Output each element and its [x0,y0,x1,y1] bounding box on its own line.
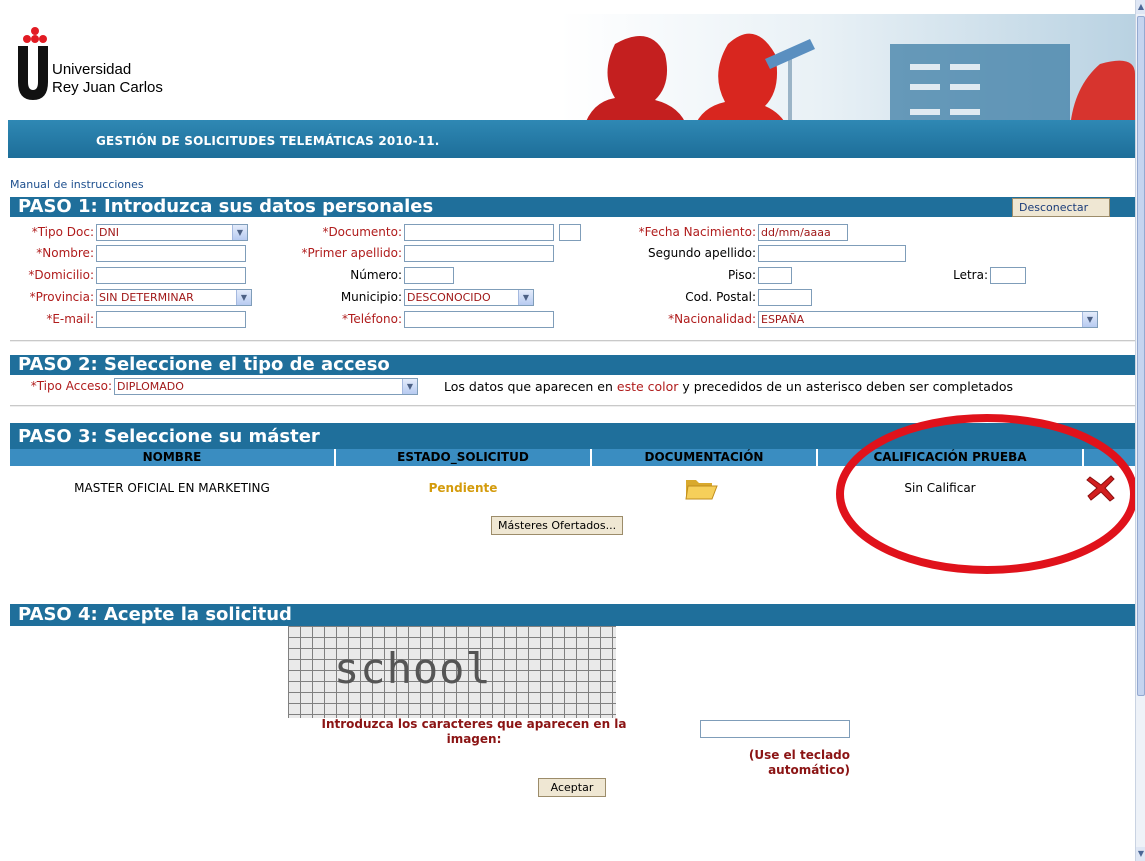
logo-u-icon [18,46,48,100]
status-badge: Pendiente [428,481,498,495]
documento-label: *Documento: [322,225,402,239]
highlight-circle [836,414,1138,574]
municipio-label: Municipio: [340,290,402,304]
piso-label: Piso: [728,268,756,282]
chevron-down-icon: ▼ [402,379,417,394]
provincia-label: *Provincia: [29,290,94,304]
paso4-header: PASO 4: Acepte la solicitud [10,604,1136,626]
note-text-color: este color [616,379,679,394]
tipo-doc-label: *Tipo Doc: [31,225,94,239]
primer-apellido-label: *Primer apellido: [301,246,402,260]
accept-button[interactable]: Aceptar [538,778,606,797]
captcha-image: school [288,626,616,718]
segundo-apellido-label: Segundo apellido: [648,246,756,260]
folder-icon[interactable] [684,475,718,501]
numero-input[interactable] [404,267,454,284]
tipo-acceso-select[interactable]: DIPLOMADO ▼ [114,378,418,395]
masters-offered-button[interactable]: Másteres Ofertados... [491,516,624,535]
telefono-input[interactable] [404,311,554,328]
keyboard-hint: (Use el teclado automático) [748,748,850,777]
nombre-label: *Nombre: [36,246,94,260]
chevron-down-icon: ▼ [232,225,247,240]
disconnect-button[interactable]: Desconectar [1012,198,1110,217]
tipo-doc-select[interactable]: DNI ▼ [96,224,248,241]
university-name-line1: Universidad [52,61,132,78]
domicilio-label: *Domicilio: [28,268,94,282]
divider [10,405,1136,407]
municipio-value: DESCONOCIDO [407,291,491,304]
note-text-post: y precedidos de un asterisco deben ser c… [678,379,1014,394]
fecha-input[interactable]: dd/mm/aaaa [758,224,848,241]
manual-link[interactable]: Manual de instrucciones [10,178,144,191]
master-name: MASTER OFICIAL EN MARKETING [74,481,270,495]
domicilio-input[interactable] [96,267,246,284]
scrollbar[interactable]: ▲ ▼ [1135,0,1145,861]
scroll-down-icon[interactable]: ▼ [1136,847,1145,861]
telefono-label: *Teléfono: [342,312,402,326]
segundo-apellido-input[interactable] [758,245,906,262]
chevron-down-icon: ▼ [236,290,251,305]
captcha-prompt: Introduzca los caracteres que aparecen e… [321,717,627,746]
piso-input[interactable] [758,267,792,284]
paso1-header: PASO 1: Introduzca sus datos personales [10,197,1136,217]
nacionalidad-value: ESPAÑA [761,313,805,326]
tipo-acceso-value: DIPLOMADO [117,380,184,393]
header-title: GESTIÓN DE SOLICITUDES TELEMÁTICAS 2010-… [96,134,440,148]
email-input[interactable] [96,311,246,328]
logo-dots-icon [23,27,47,43]
scroll-thumb[interactable] [1137,16,1145,696]
university-name-line2: Rey Juan Carlos [52,79,163,96]
cod-postal-label: Cod. Postal: [685,290,756,304]
column-header-estado: ESTADO_SOLICITUD [336,449,590,466]
note-text-pre: Los datos que aparecen en [444,379,617,394]
documento-input[interactable] [404,224,554,241]
captcha-text: school [334,644,492,693]
tipo-doc-value: DNI [99,226,119,239]
fecha-label: *Fecha Nacimiento: [638,225,756,239]
email-label: *E-mail: [46,312,94,326]
municipio-select[interactable]: DESCONOCIDO ▼ [404,289,534,306]
chevron-down-icon: ▼ [518,290,533,305]
nacionalidad-select[interactable]: ESPAÑA ▼ [758,311,1098,328]
nacionalidad-label: *Nacionalidad: [668,312,756,326]
primer-apellido-input[interactable] [404,245,554,262]
documento-letter-input[interactable] [559,224,581,241]
paso2-title: PASO 2: Seleccione el tipo de acceso [18,354,390,375]
nombre-input[interactable] [96,245,246,262]
numero-label: Número: [350,268,402,282]
required-fields-note: Los datos que aparecen en este color y p… [444,379,1013,394]
paso1-title: PASO 1: Introduzca sus datos personales [18,196,434,217]
letra-input[interactable] [990,267,1026,284]
divider [10,340,1136,342]
column-header-nombre: NOMBRE [10,449,334,466]
paso2-header: PASO 2: Seleccione el tipo de acceso [10,355,1136,375]
paso3-title: PASO 3: Seleccione su máster [18,426,320,447]
captcha-input[interactable] [700,720,850,738]
chevron-down-icon: ▼ [1082,312,1097,327]
tipo-acceso-label: *Tipo Acceso: [30,379,112,393]
provincia-select[interactable]: SIN DETERMINAR ▼ [96,289,252,306]
letra-label: Letra: [953,268,988,282]
provincia-value: SIN DETERMINAR [99,291,194,304]
column-header-documentacion: DOCUMENTACIÓN [592,449,816,466]
paso4-title: PASO 4: Acepte la solicitud [18,604,292,625]
scroll-up-icon[interactable]: ▲ [1136,0,1145,14]
cod-postal-input[interactable] [758,289,812,306]
